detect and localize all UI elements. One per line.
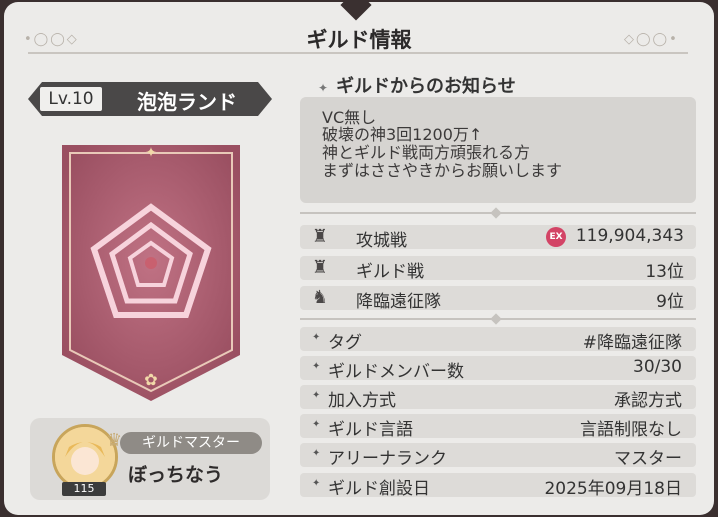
info-row-tag: ✦ タグ #降臨遠征隊 [300, 327, 696, 353]
info-row-members: ✦ ギルドメンバー数 30/30 [300, 356, 696, 382]
sparkle-icon: ✦ [312, 332, 321, 343]
info-label: アリーナランク [328, 449, 447, 469]
svg-text:✿: ✿ [144, 370, 157, 389]
info-value: 2025年09月18日 [544, 479, 682, 499]
notice-line: まずはささやきからお願いします [322, 161, 563, 180]
sparkle-icon: ✦ [312, 448, 321, 459]
sparkle-icon: ✦ [312, 419, 321, 430]
header-ornament-right: ◇◯◯• [624, 32, 679, 47]
info-label: 加入方式 [328, 391, 396, 411]
info-row-language: ✦ ギルド言語 言語制限なし [300, 414, 696, 440]
header-divider [28, 52, 688, 54]
ex-rank-badge: EX [546, 227, 566, 247]
info-row-join-method: ✦ 加入方式 承認方式 [300, 385, 696, 411]
stat-row-siege: ♜ 攻城戦 EX 119,904,343 [300, 225, 696, 251]
stat-label: 降臨遠征隊 [356, 292, 441, 312]
page-title: ギルド情報 [306, 28, 412, 52]
info-row-founded-date: ✦ ギルド創設日 2025年09月18日 [300, 473, 696, 499]
notice-line: VC無し [322, 108, 377, 127]
info-label: ギルドメンバー数 [328, 362, 464, 382]
svg-text:✦: ✦ [145, 145, 157, 161]
guild-master-label: ギルドマスター [120, 432, 262, 454]
master-level: 115 [62, 482, 106, 496]
stat-label: ギルド戦 [356, 262, 424, 282]
stat-row-guild-war: ♜ ギルド戦 13位 [300, 256, 696, 282]
guild-master-name: ぼっちなう [128, 464, 224, 486]
guild-level: Lv.10 [40, 87, 102, 111]
stat-label: 攻城戦 [356, 231, 407, 251]
info-label: タグ [328, 333, 362, 353]
notice-line: 神とギルド戦両方頑張れる方 [322, 143, 531, 162]
guild-war-icon: ♜ [311, 257, 329, 278]
stat-row-expedition: ♞ 降臨遠征隊 9位 [300, 286, 696, 312]
descent-expedition-icon: ♞ [311, 287, 329, 308]
notice-heading: ✦ ギルドからのお知らせ [318, 72, 516, 98]
castle-siege-icon: ♜ [311, 226, 329, 247]
sparkle-icon: ✦ [312, 390, 321, 401]
stat-value: 9位 [656, 292, 684, 312]
info-label: ギルド言語 [328, 420, 413, 440]
guild-name: 泡泡ランド [137, 90, 237, 114]
guild-emblem-banner[interactable]: ✦ ✿ [62, 145, 240, 401]
info-value: マスター [614, 449, 682, 469]
sparkle-icon: ✦ [318, 81, 329, 95]
notice-line: 破壊の神3回1200万↑ [322, 125, 483, 144]
header-ornament-left: •◯◯◇ [24, 32, 79, 47]
info-row-arena-rank: ✦ アリーナランク マスター [300, 443, 696, 469]
sparkle-icon: ✦ [312, 478, 321, 489]
info-value: #降臨遠征隊 [582, 333, 682, 353]
info-value: 承認方式 [614, 391, 682, 411]
stat-value: 13位 [645, 262, 684, 282]
crown-icon: ♛ [106, 430, 123, 451]
info-label: ギルド創設日 [328, 479, 430, 499]
info-value: 言語制限なし [580, 420, 682, 440]
sparkle-icon: ✦ [312, 361, 321, 372]
stat-value: 119,904,343 [575, 226, 684, 246]
info-value: 30/30 [633, 357, 682, 377]
notice-heading-label: ギルドからのお知らせ [336, 76, 516, 97]
